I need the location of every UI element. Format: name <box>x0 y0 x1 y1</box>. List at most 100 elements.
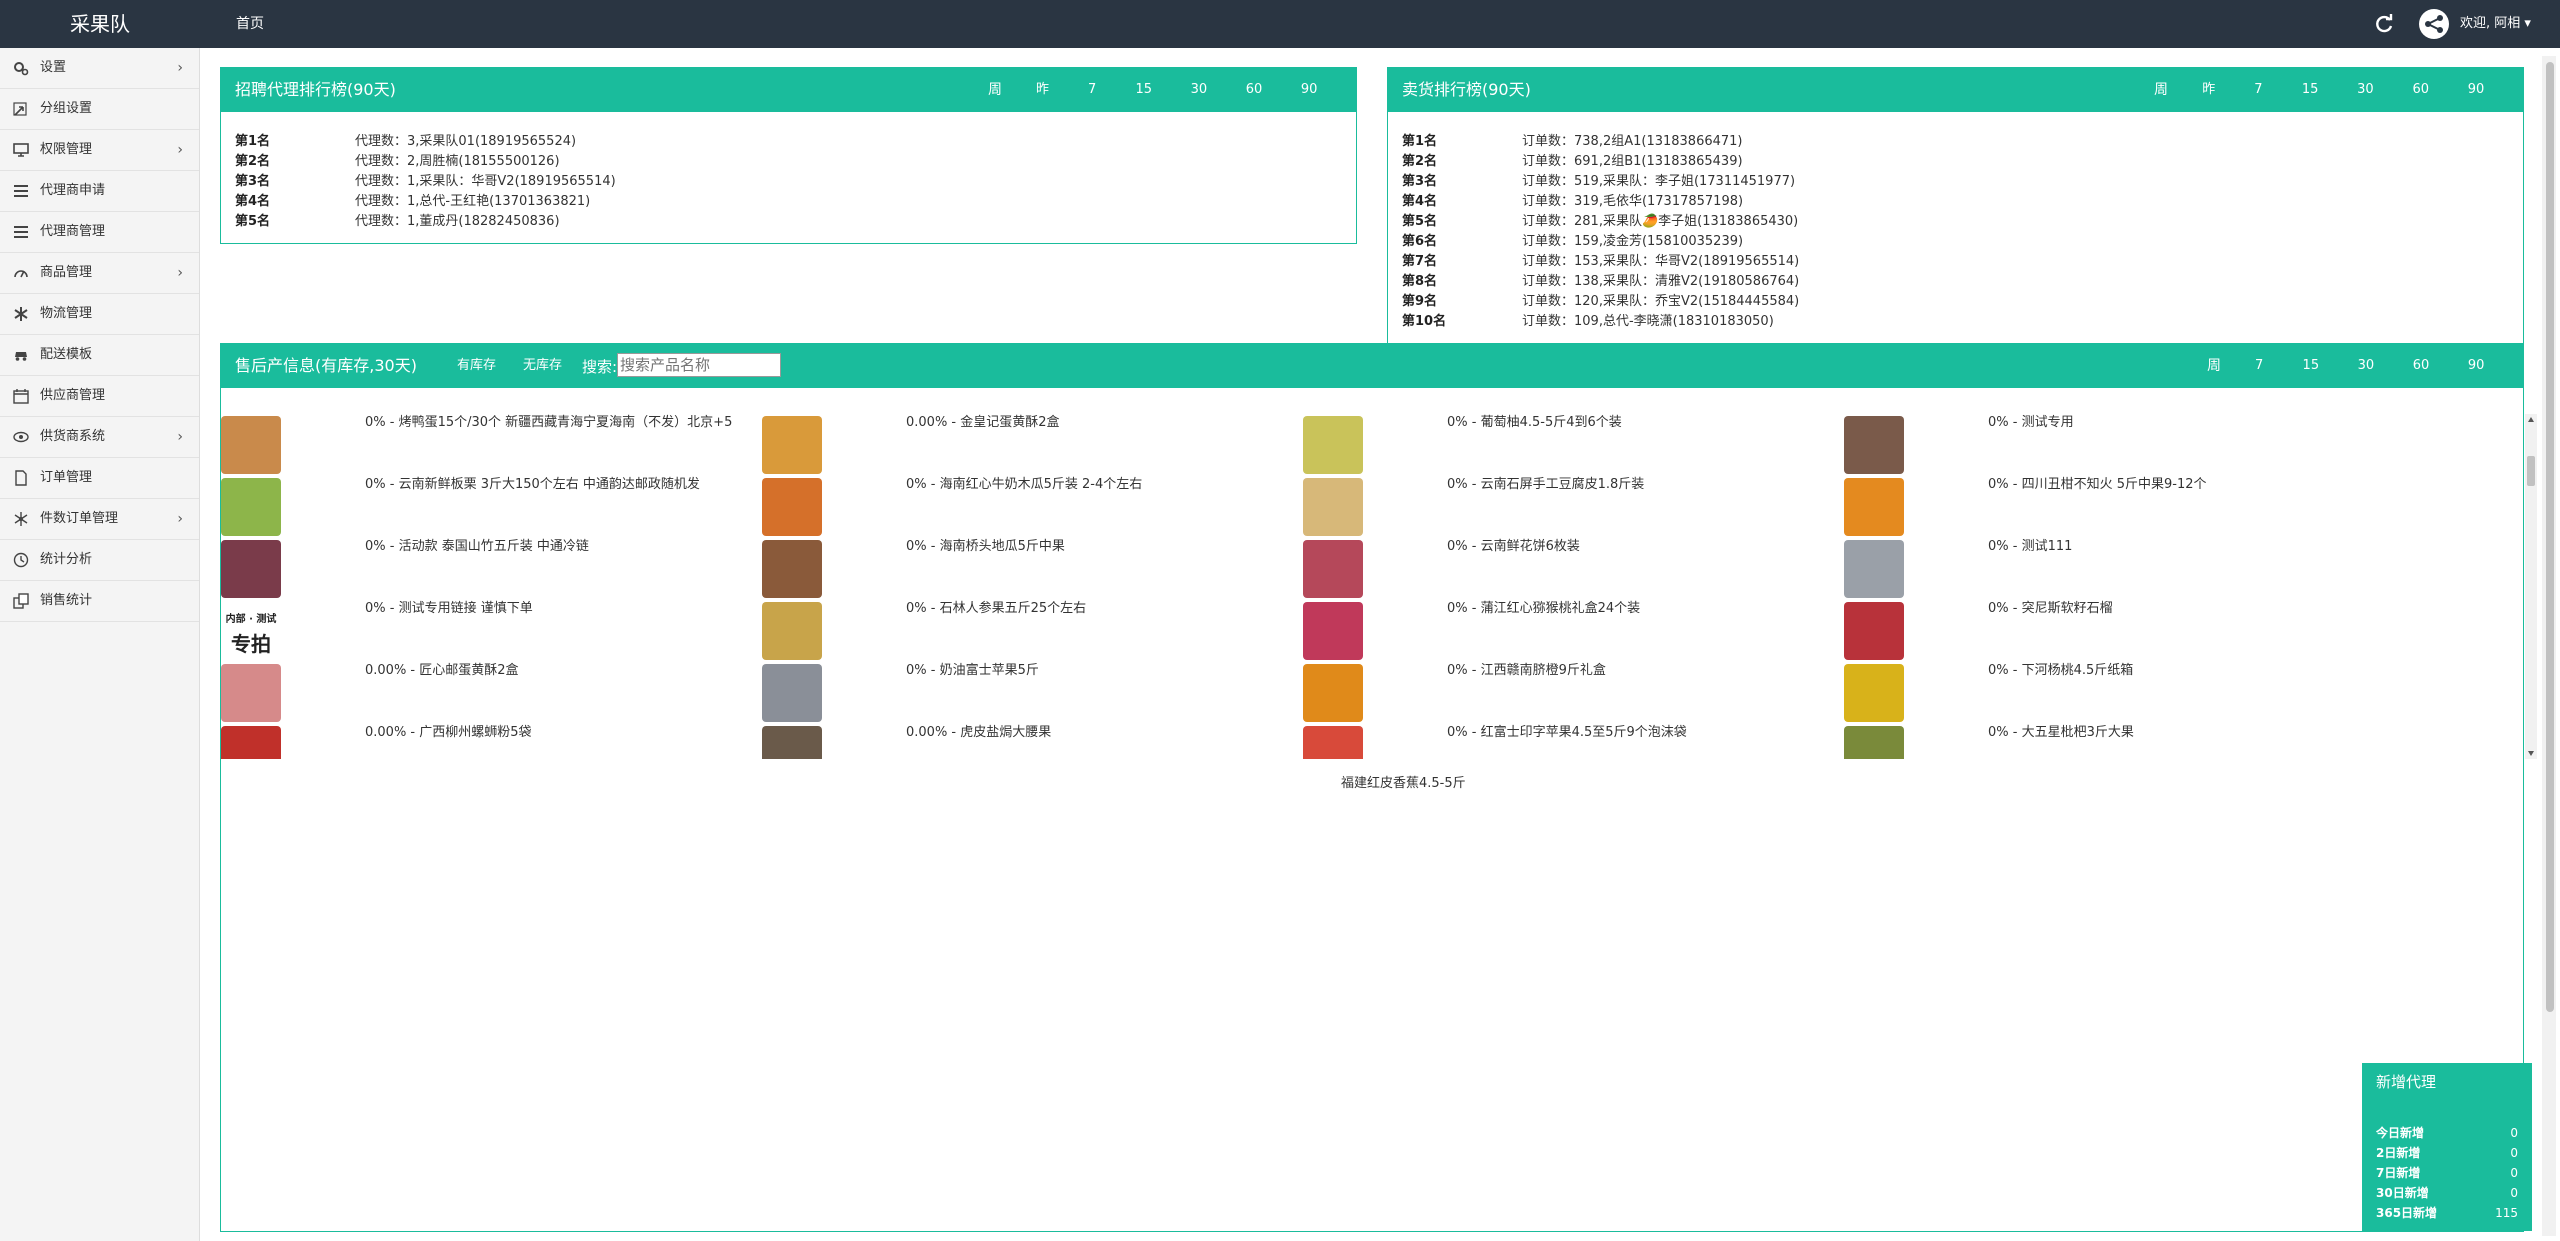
rank-row: 第1名 代理数：3,采果队01(18919565524) <box>235 132 616 152</box>
period-option[interactable]: 90天 <box>2468 68 2495 156</box>
stat-value: 0 <box>2510 1126 2518 1140</box>
recruit-rank-list: 第1名 代理数：3,采果队01(18919565524) 第2名 代理数：2,周胜楠(… <box>235 132 616 232</box>
period-option[interactable]: 7天 <box>2254 68 2274 156</box>
product-item[interactable]: 0% - 烤鸭蛋15个/30个 新疆西藏青海宁夏海南（不发）北京+5 <box>221 414 761 476</box>
sidebar-item[interactable]: 配送模板 <box>0 335 199 376</box>
product-item[interactable]: 0.00% - 匠心邮蛋黄酥2盒 <box>221 662 761 724</box>
period-option[interactable]: 昨天 <box>2202 68 2226 156</box>
product-thumbnail <box>762 664 822 722</box>
sidebar-item[interactable]: 订单管理 <box>0 458 199 499</box>
product-thumbnail <box>1844 664 1904 722</box>
product-label: 0% - 云南鲜花饼6枚装 <box>1447 539 1580 554</box>
product-item[interactable]: 0% - 测试111 <box>1844 538 2384 600</box>
rank-position: 第3名 <box>235 174 271 189</box>
product-item[interactable]: 0% - 红富士印字苹果4.5至5斤9个泡沫袋 <box>1303 724 1843 759</box>
product-item[interactable]: 0% - 突尼斯软籽石榴 <box>1844 600 2384 662</box>
rank-value: 订单数：159,凌金芳(15810035239) <box>1522 234 1744 249</box>
sidebar-item[interactable]: 代理商申请 <box>0 171 199 212</box>
sidebar-item[interactable]: 统计分析 <box>0 540 199 581</box>
user-menu[interactable]: 欢迎, 阿相 ▾ <box>2460 0 2531 48</box>
sidebar-item[interactable]: 代理商管理 <box>0 212 199 253</box>
sidebar-item[interactable]: 权限管理 › <box>0 130 199 171</box>
rank-value: 订单数：738,2组A1(13183866471) <box>1522 134 1743 149</box>
product-item[interactable]: 0.00% - 金皇记蛋黄酥2盒 <box>762 414 1302 476</box>
product-item[interactable]: 0% - 葡萄柚4.5-5斤4到6个装 <box>1303 414 1843 476</box>
product-label: 0% - 活动款 泰国山竹五斤装 中通冷链 <box>365 539 589 554</box>
period-option[interactable]: 30天 <box>1191 68 1218 156</box>
product-item[interactable]: 0% - 云南新鲜板栗 3斤大150个左右 中通韵达邮政随机发 <box>221 476 761 538</box>
rank-position: 第5名 <box>1402 214 1438 229</box>
sidebar-item[interactable]: 设置 › <box>0 48 199 89</box>
rank-row: 第10名 订单数：109,总代-李晓潇(18310183050) <box>1402 312 1799 332</box>
period-option[interactable]: 15天 <box>1135 68 1162 156</box>
product-search-input[interactable] <box>617 353 781 377</box>
product-item[interactable]: 0% - 云南鲜花饼6枚装 <box>1303 538 1843 600</box>
tab-instock[interactable]: 有库存 <box>457 344 496 388</box>
product-item[interactable]: 0% - 云南石屏手工豆腐皮1.8斤装 <box>1303 476 1843 538</box>
brand-logo[interactable]: 采果队 <box>0 0 200 48</box>
sidebar-item[interactable]: 销售统计 <box>0 581 199 622</box>
thumbnail-overlay-small: 内部 · 测试 <box>225 614 277 625</box>
product-grid-scrollbar[interactable] <box>2525 414 2537 759</box>
product-thumbnail <box>1303 478 1363 536</box>
rank-value: 代理数：1,采果队：华哥V2(18919565514) <box>355 174 616 189</box>
new-agent-stat-row: 2日新增 0 <box>2376 1143 2518 1163</box>
product-item[interactable]: 0% - 海南红心牛奶木瓜5斤装 2-4个左右 <box>762 476 1302 538</box>
rank-position: 第7名 <box>1402 254 1438 269</box>
chevron-right-icon: › <box>177 511 183 527</box>
product-item[interactable]: 0.00% - 广西柳州螺蛳粉5袋 <box>221 724 761 759</box>
sidebar-item-label: 代理商管理 <box>40 224 106 239</box>
product-item[interactable]: 0% - 奶油富士苹果5斤 <box>762 662 1302 724</box>
product-item[interactable]: 0.00% - 虎皮盐焗大腰果 <box>762 724 1302 759</box>
period-option[interactable]: 60天 <box>2412 68 2439 156</box>
sidebar-item[interactable]: 件数订单管理 › <box>0 499 199 540</box>
product-item[interactable]: 0% - 四川丑柑不知火 5斤中果9-12个 <box>1844 476 2384 538</box>
monitor-icon <box>12 142 30 158</box>
product-thumbnail <box>221 478 281 536</box>
rank-value: 代理数：1,总代-王红艳(13701363821) <box>355 194 591 209</box>
rank-row: 第7名 订单数：153,采果队：华哥V2(18919565514) <box>1402 252 1799 272</box>
stat-label: 7日新增 <box>2376 1166 2421 1180</box>
refresh-icon[interactable] <box>2372 12 2396 36</box>
product-item[interactable]: 0% - 蒲江红心猕猴桃礼盒24个装 <box>1303 600 1843 662</box>
tab-nostock[interactable]: 无库存 <box>523 344 562 388</box>
home-link[interactable]: 首页 <box>236 0 264 48</box>
sidebar-item-label: 设置 <box>40 60 67 75</box>
period-option[interactable]: 7天 <box>1088 68 1108 156</box>
sidebar-item[interactable]: 商品管理 › <box>0 253 199 294</box>
product-item[interactable]: 0% - 江西赣南脐橙9斤礼盒 <box>1303 662 1843 724</box>
rank-position: 第4名 <box>1402 194 1438 209</box>
page-scrollbar-thumb[interactable] <box>2546 62 2554 1012</box>
product-thumbnail <box>1844 416 1904 474</box>
period-option[interactable]: 30天 <box>2357 68 2384 156</box>
sidebar-item[interactable]: 物流管理 <box>0 294 199 335</box>
sales-ranking-panel: 卖货排行榜(90天) 周期: 昨天 7天 15天 30天 60天 90天 第1名… <box>1387 67 2524 345</box>
product-thumbnail <box>1303 602 1363 660</box>
product-thumbnail <box>1844 726 1904 759</box>
rank-position: 第9名 <box>1402 294 1438 309</box>
sidebar-item-label: 供应商管理 <box>40 388 106 403</box>
period-label: 周期: <box>2154 82 2173 142</box>
stat-value: 0 <box>2510 1146 2518 1160</box>
sidebar-item[interactable]: 分组设置 <box>0 89 199 130</box>
product-item[interactable]: 0% - 大五星枇杷3斤大果 <box>1844 724 2384 759</box>
product-item[interactable]: 0% - 活动款 泰国山竹五斤装 中通冷链 <box>221 538 761 600</box>
product-item[interactable]: 0% - 海南桥头地瓜5斤中果 <box>762 538 1302 600</box>
period-option[interactable]: 60天 <box>1246 68 1273 156</box>
period-option[interactable]: 90天 <box>1301 68 1328 156</box>
period-option[interactable]: 昨天 <box>1036 68 1060 156</box>
product-item[interactable]: 0% - 下河杨桃4.5斤纸箱 <box>1844 662 2384 724</box>
sidebar: 设置 › 分组设置 权限管理 › 代理商申请 代理商管理 商品管理 › 物流管理 配送模板 供应商管理… <box>0 48 200 1241</box>
product-panel-title: 售后产信息(有库存,30天) <box>235 356 417 375</box>
sidebar-item[interactable]: 供应商管理 <box>0 376 199 417</box>
product-label: 0% - 葡萄柚4.5-5斤4到6个装 <box>1447 415 1622 430</box>
product-item[interactable]: 0% - 石林人参果五斤25个左右 <box>762 600 1302 662</box>
product-item[interactable]: 内部 · 测试 专拍 0% - 测试专用链接 谨慎下单 <box>221 600 761 662</box>
period-option[interactable]: 15天 <box>2302 68 2329 156</box>
stat-value: 115 <box>2495 1206 2518 1220</box>
sidebar-item[interactable]: 供货商系统 › <box>0 417 199 458</box>
share-icon[interactable] <box>2418 8 2450 40</box>
sidebar-item-label: 订单管理 <box>40 470 93 485</box>
rank-value: 代理数：3,采果队01(18919565524) <box>355 134 577 149</box>
product-item[interactable]: 0% - 测试专用 <box>1844 414 2384 476</box>
